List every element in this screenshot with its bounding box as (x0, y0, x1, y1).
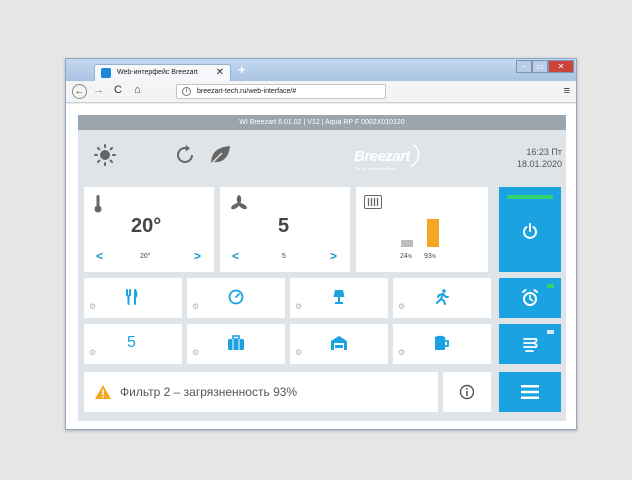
scene-settings-gear-icon[interactable]: ⚙ (89, 348, 96, 357)
briefcase-icon (228, 335, 244, 350)
browser-toolbar: ← → C ⌂ i breezart-tech.ru/web-interface… (66, 81, 576, 103)
power-icon (523, 223, 537, 239)
scene-settings-gear-icon[interactable]: ⚙ (89, 302, 96, 311)
restaurant-icon (126, 289, 138, 305)
scene-settings-gear-icon[interactable]: ⚙ (295, 302, 302, 311)
tab-close-icon[interactable]: ✕ (216, 67, 224, 78)
brand-arc-icon (410, 144, 420, 167)
alarm-clock-icon (522, 289, 538, 306)
fan-decrease-button[interactable]: < (232, 249, 239, 263)
alert-card[interactable]: Фильтр 2 – загрязненность 93% (84, 372, 438, 412)
air-handler-icon (523, 338, 538, 352)
filter-2-value: 93 (424, 253, 432, 260)
temperature-decrease-button[interactable]: < (96, 249, 103, 263)
runner-icon (436, 289, 449, 305)
minimize-button[interactable]: ‒ (516, 60, 532, 73)
ventilation-mode-button[interactable] (499, 324, 561, 364)
address-bar[interactable]: i breezart-tech.ru/web-interface/# (176, 84, 386, 99)
clock-time: 16:23 Пт (526, 147, 562, 157)
scene-number[interactable]: ⚙ 5 (84, 324, 182, 364)
gauge-icon (228, 289, 244, 305)
fan-increase-button[interactable]: > (330, 249, 337, 263)
alarm-indicator (547, 284, 554, 288)
temperature-setpoint: 20° (140, 253, 151, 260)
alert-message: Фильтр 2 – загрязненность 93% (120, 385, 298, 399)
info-icon (459, 384, 475, 400)
filter-1-value: 24 (400, 253, 408, 260)
hamburger-menu-icon (521, 385, 539, 399)
scene-beer[interactable]: ⚙ (393, 324, 491, 364)
warning-icon (95, 385, 111, 399)
scene-settings-gear-icon[interactable]: ⚙ (192, 348, 199, 357)
scene-gauge[interactable]: ⚙ (187, 278, 285, 318)
fan-speed-card[interactable]: 5 < 5 > (220, 187, 350, 272)
scene-settings-gear-icon[interactable]: ⚙ (398, 302, 405, 311)
filter-2-bar (427, 219, 439, 247)
new-tab-button[interactable]: + (238, 62, 246, 77)
url-text: breezart-tech.ru/web-interface/# (197, 88, 297, 95)
scene-briefcase[interactable]: ⚙ (187, 324, 285, 364)
tab-title: Web-интерфейс Breezart (117, 69, 198, 76)
mode-indicator (547, 330, 554, 334)
brand-logo: Breezart (354, 148, 411, 165)
close-window-button[interactable]: ✕ (548, 60, 574, 73)
status-row: Breezart The art of the ventilation 16:2… (78, 130, 566, 186)
fan-speed-value: 5 (278, 215, 290, 237)
scene-settings-gear-icon[interactable]: ⚙ (295, 348, 302, 357)
sun-icon[interactable] (94, 144, 116, 166)
home-button[interactable]: ⌂ (134, 84, 141, 96)
clock: 16:23 Пт 18.01.2020 (517, 146, 562, 170)
filter-level-chart (401, 219, 439, 247)
window-controls: ‒ ▭ ✕ (516, 60, 574, 73)
filter-card[interactable]: 24% 93% (356, 187, 488, 272)
power-button[interactable] (499, 187, 561, 272)
filter-icon (364, 195, 382, 209)
filter-1-label: 24% (400, 253, 412, 260)
lamp-icon (333, 290, 345, 304)
scene-runner[interactable]: ⚙ (393, 278, 491, 318)
scene-number-value: 5 (127, 334, 136, 351)
brand-tagline: The art of the ventilation (354, 166, 397, 171)
breezart-favicon-icon (101, 68, 111, 78)
browser-menu-button[interactable]: ≡ (564, 85, 570, 97)
scene-restaurant[interactable]: ⚙ (84, 278, 182, 318)
refresh-mode-icon[interactable] (174, 144, 196, 166)
filter-2-label: 93% (424, 253, 436, 260)
reload-button[interactable]: C (114, 84, 122, 96)
device-info-bar: WI Breezart 6.01.02 | V12 | Aqua RP F 00… (78, 115, 566, 130)
eco-leaf-icon[interactable] (208, 144, 232, 166)
filter-1-unit: % (407, 254, 413, 260)
garage-icon (331, 336, 347, 350)
maximize-button[interactable]: ▭ (532, 60, 548, 73)
scene-garage[interactable]: ⚙ (290, 324, 388, 364)
menu-button[interactable] (499, 372, 561, 412)
filter-2-unit: % (431, 254, 437, 260)
browser-tab[interactable]: Web-интерфейс Breezart ✕ (94, 64, 231, 81)
browser-window: Web-интерфейс Breezart ✕ + ‒ ▭ ✕ ← → C ⌂… (65, 58, 577, 430)
title-bar: Web-интерфейс Breezart ✕ + ‒ ▭ ✕ (66, 59, 576, 81)
power-status-indicator (507, 195, 553, 199)
scene-settings-gear-icon[interactable]: ⚙ (192, 302, 199, 311)
scene-lamp[interactable]: ⚙ (290, 278, 388, 318)
info-button[interactable] (443, 372, 491, 412)
filter-1-bar (401, 240, 413, 247)
clock-date: 18.01.2020 (516, 159, 562, 169)
alarm-button[interactable] (499, 278, 561, 318)
temperature-value: 20° (131, 215, 162, 237)
fan-icon (231, 195, 247, 210)
fan-speed-setpoint: 5 (282, 253, 286, 260)
temperature-card[interactable]: 20° < 20° > (84, 187, 214, 272)
app-panel: WI Breezart 6.01.02 | V12 | Aqua RP F 00… (78, 115, 566, 421)
thermometer-icon (94, 195, 102, 213)
forward-button[interactable]: → (93, 84, 104, 96)
back-button[interactable]: ← (72, 84, 87, 99)
temperature-increase-button[interactable]: > (194, 249, 201, 263)
site-info-icon[interactable]: i (182, 87, 191, 96)
scene-settings-gear-icon[interactable]: ⚙ (398, 348, 405, 357)
beer-mug-icon (434, 335, 449, 350)
